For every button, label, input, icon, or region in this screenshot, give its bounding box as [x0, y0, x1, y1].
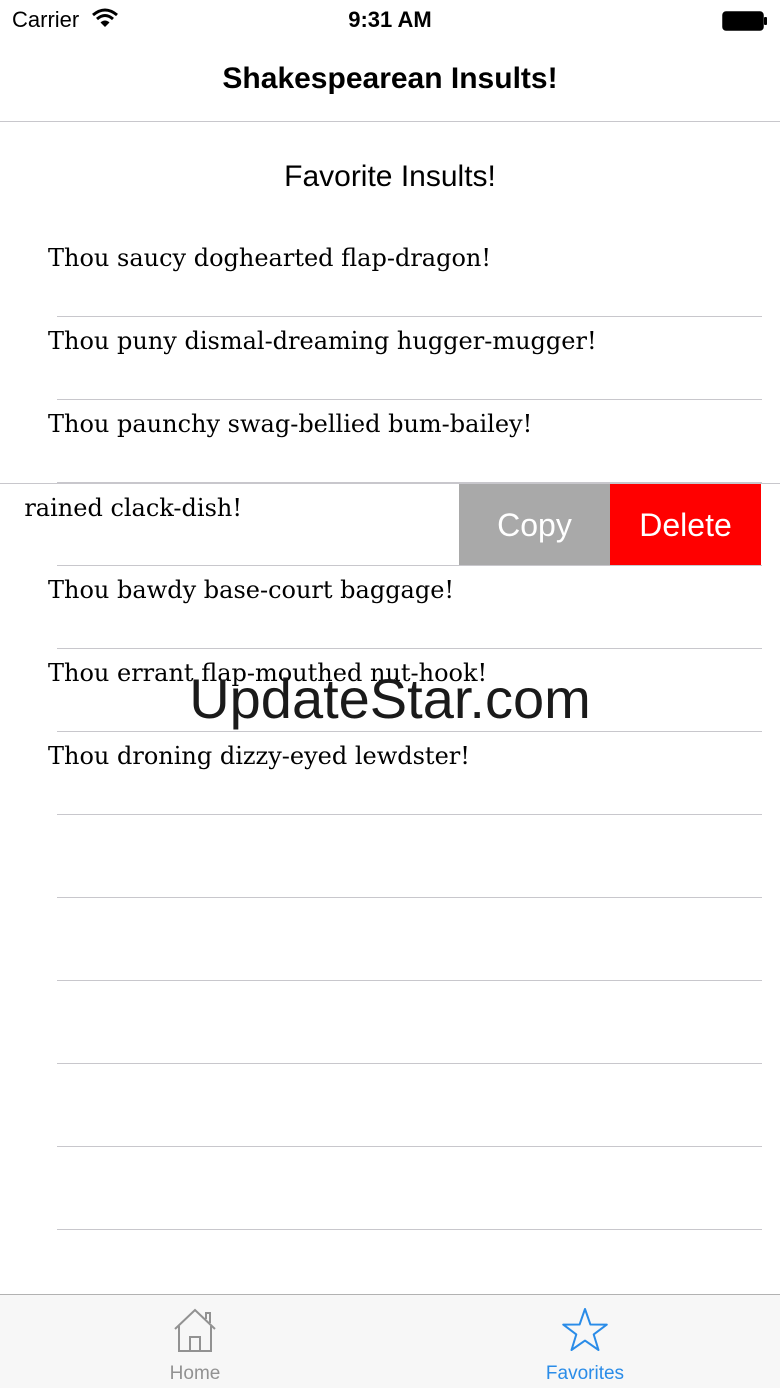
list-item[interactable]: Thou puny dismal-dreaming hugger-mugger!	[0, 317, 780, 400]
tab-home-label: Home	[169, 1363, 221, 1384]
empty-row	[0, 1064, 780, 1147]
list-item[interactable]: Thou paunchy swag-bellied bum-bailey!	[0, 400, 780, 483]
tab-home[interactable]: Home	[0, 1295, 390, 1388]
empty-row	[0, 981, 780, 1064]
insult-text: Thou bawdy base-court baggage!	[48, 576, 455, 604]
insult-text: Thou puny dismal-dreaming hugger-mugger!	[48, 327, 597, 355]
nav-title: Shakespearean Insults!	[222, 62, 558, 95]
empty-row	[0, 898, 780, 981]
status-bar: Carrier 9:31 AM	[0, 0, 780, 40]
insult-list: Thou saucy doghearted flap-dragon! Thou …	[0, 234, 780, 815]
empty-row	[0, 1147, 780, 1230]
insult-text: Thou paunchy swag-bellied bum-bailey!	[48, 410, 533, 438]
empty-rows	[0, 815, 780, 1230]
list-item[interactable]: Thou droning dizzy-eyed lewdster!	[0, 732, 780, 815]
list-item-swiped[interactable]: rained clack-dish! Copy Delete	[0, 483, 780, 566]
section-title: Favorite Insults!	[284, 160, 496, 193]
list-item[interactable]: Thou bawdy base-court baggage!	[0, 566, 780, 649]
tab-favorites-label: Favorites	[545, 1363, 625, 1384]
tab-bar: Home Favorites	[0, 1294, 780, 1388]
insult-text: Thou errant flap-mouthed nut-hook!	[48, 659, 488, 687]
insult-text: Thou droning dizzy-eyed lewdster!	[48, 742, 470, 770]
star-icon	[562, 1308, 608, 1351]
copy-button[interactable]: Copy	[459, 484, 610, 566]
insult-text: rained clack-dish!	[24, 494, 242, 522]
house-icon	[174, 1308, 216, 1352]
battery-icon	[722, 11, 767, 31]
insult-text: Thou saucy doghearted flap-dragon!	[48, 244, 492, 272]
delete-button[interactable]: Delete	[610, 484, 761, 566]
navigation-bar: Shakespearean Insults!	[0, 40, 780, 122]
list-item[interactable]: Thou saucy doghearted flap-dragon!	[0, 234, 780, 317]
list-item[interactable]: Thou errant flap-mouthed nut-hook!	[0, 649, 780, 732]
status-time: 9:31 AM	[348, 7, 432, 32]
tab-favorites[interactable]: Favorites	[390, 1295, 780, 1388]
empty-row	[0, 815, 780, 898]
